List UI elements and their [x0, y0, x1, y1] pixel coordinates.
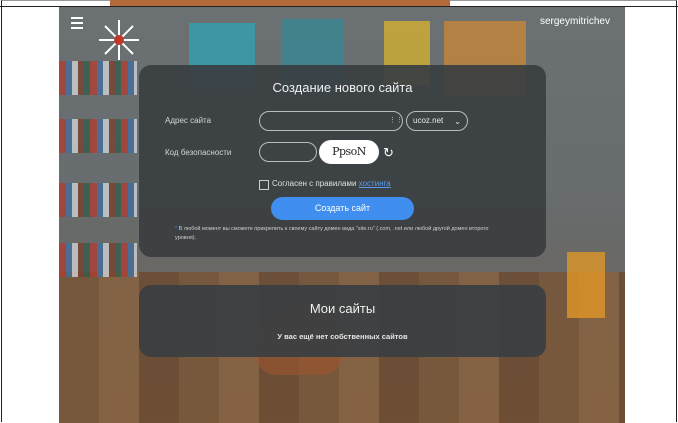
security-code-label: Код безопасности	[165, 148, 232, 157]
security-code-input[interactable]	[259, 142, 317, 162]
footnote: * В любой момент вы сможете прикрепить к…	[175, 225, 505, 243]
footnote-text: В любой момент вы сможете прикрепить к с…	[175, 226, 489, 241]
sunburst-clock-decoration	[99, 20, 139, 60]
background-bookshelf	[59, 119, 137, 153]
captcha-image: PpsoN	[319, 140, 379, 164]
create-site-title: Создание нового сайта	[272, 80, 413, 95]
hamburger-menu-icon[interactable]	[71, 17, 83, 32]
background-bookshelf	[59, 183, 137, 217]
my-sites-empty-text: У вас ещё нет собственных сайтов	[277, 332, 408, 341]
agree-checkbox[interactable]	[259, 180, 269, 190]
my-sites-title: Мои сайты	[309, 301, 376, 316]
background-art	[567, 252, 605, 318]
chevron-down-icon: ⌄	[454, 117, 461, 126]
address-label: Адрес сайта	[165, 116, 212, 125]
username-link[interactable]: sergeymitrichev	[540, 16, 610, 27]
create-site-panel: Создание нового сайта Адрес сайта ⋮⋮ uco…	[139, 65, 546, 257]
background-bookshelf	[59, 61, 137, 95]
footnote-asterisk: *	[175, 226, 178, 232]
hosting-rules-link[interactable]: хостинга	[359, 179, 391, 188]
refresh-icon[interactable]: ↻	[383, 145, 394, 161]
agree-prefix: Согласен с правилами	[272, 179, 359, 188]
site-address-input[interactable]: ⋮⋮	[259, 111, 403, 131]
background-bookshelf	[59, 243, 137, 277]
agree-text: Согласен с правилами хостинга	[272, 179, 391, 188]
grid-icon: ⋮⋮	[389, 117, 403, 124]
create-site-button[interactable]: Создать сайт	[271, 197, 414, 220]
domain-select[interactable]: ucoz.net ⌄	[406, 111, 468, 131]
domain-select-value: ucoz.net	[413, 116, 444, 125]
my-sites-panel: Мои сайты У вас ещё нет собственных сайт…	[139, 285, 546, 357]
